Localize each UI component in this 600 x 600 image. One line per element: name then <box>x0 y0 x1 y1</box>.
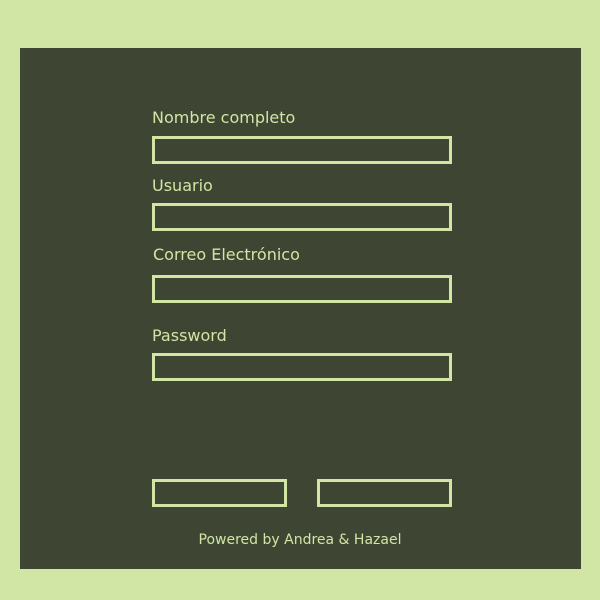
username-label: Usuario <box>152 176 213 195</box>
username-input[interactable] <box>152 203 452 231</box>
footer-credits: Powered by Andrea & Hazael <box>198 532 402 548</box>
signup-panel <box>20 48 581 569</box>
primary-button[interactable] <box>152 479 287 507</box>
secondary-button[interactable] <box>317 479 452 507</box>
full-name-input[interactable] <box>152 136 452 164</box>
password-label: Password <box>152 326 227 345</box>
email-input[interactable] <box>152 275 452 303</box>
password-input[interactable] <box>152 353 452 381</box>
full-name-label: Nombre completo <box>152 108 296 127</box>
email-label: Correo Electrónico <box>153 245 300 264</box>
